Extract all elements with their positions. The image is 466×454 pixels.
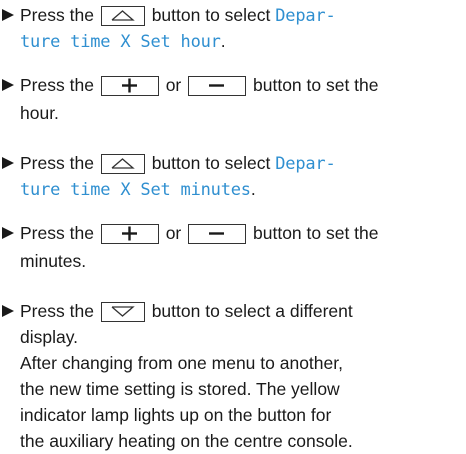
note-line: After changing from one menu to another, xyxy=(20,353,343,373)
step-text: . xyxy=(250,179,256,199)
note-paragraph: After changing from one menu to another,… xyxy=(20,350,353,454)
step-text: button to set the xyxy=(253,223,379,243)
note-line: the auxiliary heating on the centre cons… xyxy=(20,431,353,451)
step-text: or xyxy=(165,223,182,243)
display-message: Depar- xyxy=(275,154,336,174)
down-arrow-key-icon xyxy=(100,302,145,322)
bullet-arrow-icon xyxy=(1,304,15,318)
step-text: Press the xyxy=(20,75,94,95)
instruction-page: Press the button to select Depar- ture t… xyxy=(0,0,466,451)
note-line: the new time setting is stored. The yell… xyxy=(20,379,340,399)
step-text: button to select xyxy=(151,153,271,173)
step-text: Press the xyxy=(20,153,94,173)
bullet-arrow-icon xyxy=(1,226,15,240)
step-text: button to select a different xyxy=(151,301,353,321)
step-text: button to select xyxy=(151,5,271,25)
bullet-arrow-icon xyxy=(1,156,15,170)
step-text: display. xyxy=(20,327,79,347)
step-text: Press the xyxy=(20,223,94,243)
step-text: Press the xyxy=(20,301,94,321)
minus-key-icon xyxy=(188,76,247,96)
bullet-arrow-icon xyxy=(1,78,15,92)
step-text: . xyxy=(220,31,226,51)
display-message: Depar- xyxy=(275,6,336,26)
up-arrow-key-icon xyxy=(100,154,145,174)
display-message: ture time X Set minutes xyxy=(20,180,251,200)
plus-key-icon xyxy=(100,76,159,96)
step-text: hour. xyxy=(20,103,59,123)
step-text: or xyxy=(165,75,182,95)
minus-key-icon xyxy=(188,224,247,244)
display-message: ture time X Set hour xyxy=(20,32,221,52)
step-text: button to set the xyxy=(253,75,379,95)
step-text: Press the xyxy=(20,5,94,25)
step-text: minutes. xyxy=(20,251,87,271)
up-arrow-key-icon xyxy=(100,6,145,26)
bullet-arrow-icon xyxy=(1,8,15,22)
note-line: indicator lamp lights up on the button f… xyxy=(20,405,332,425)
plus-key-icon xyxy=(100,224,159,244)
